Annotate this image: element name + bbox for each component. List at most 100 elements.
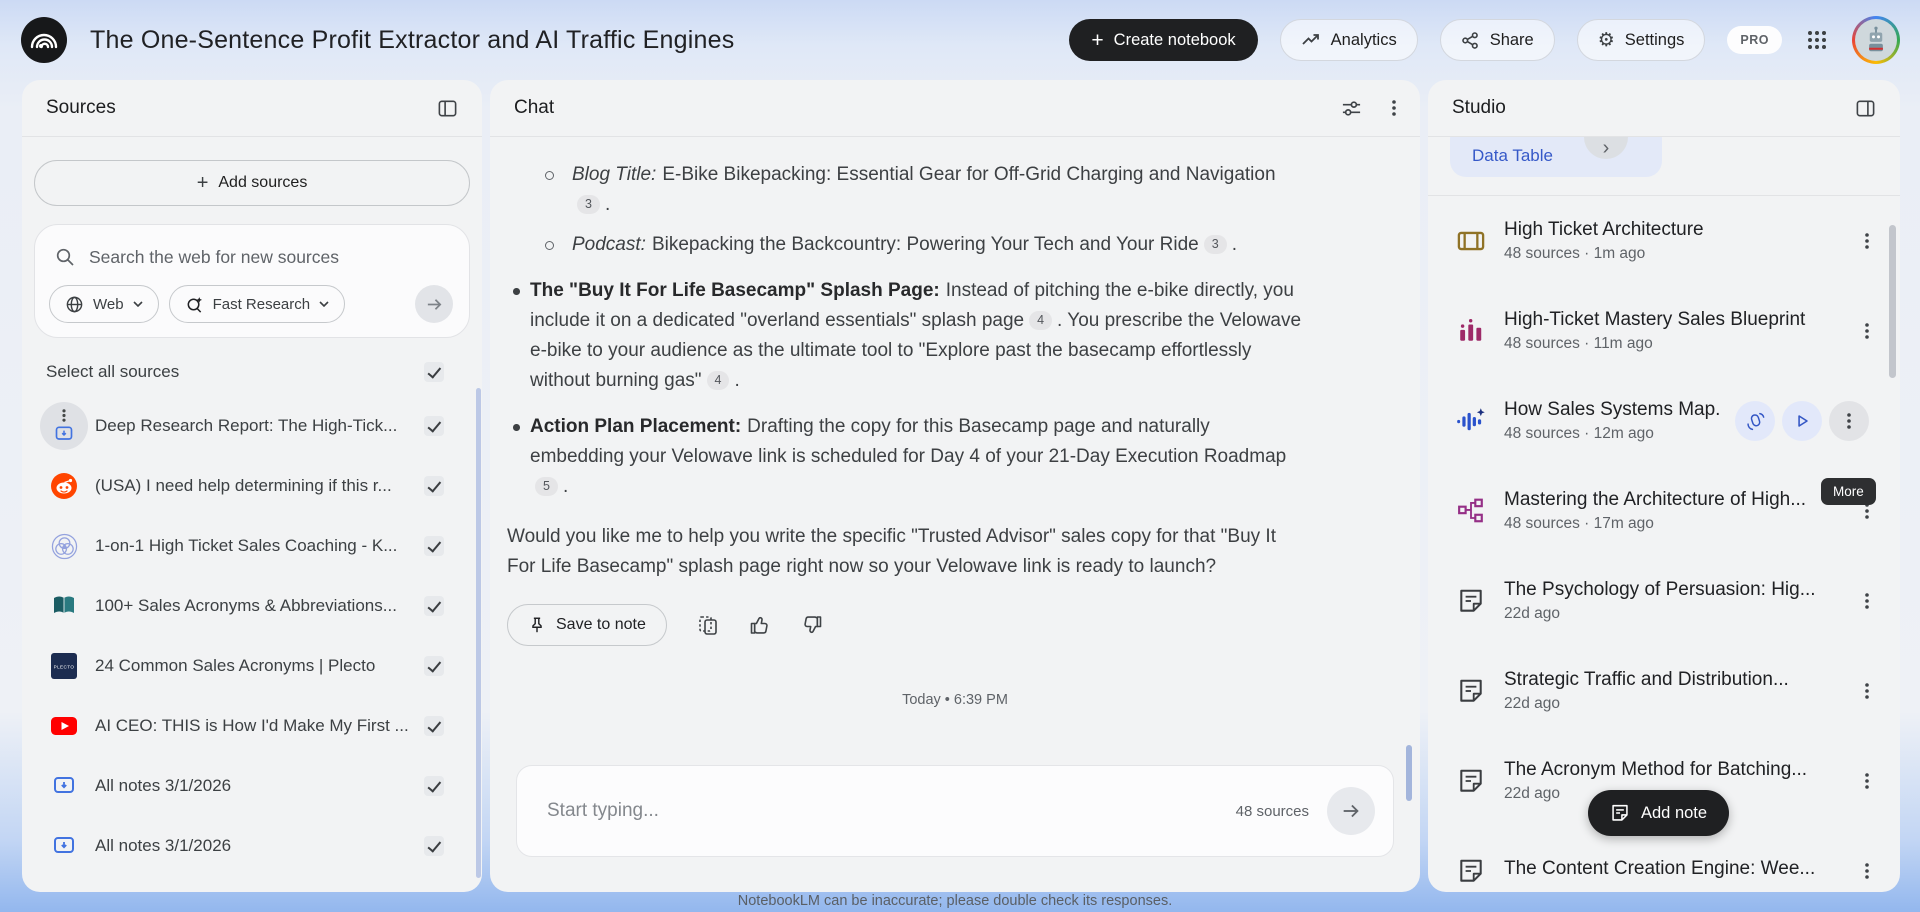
- pro-badge: PRO: [1727, 26, 1782, 54]
- web-search-input[interactable]: [89, 247, 449, 268]
- add-note-button[interactable]: Add note: [1588, 790, 1729, 836]
- reddit-icon: [48, 470, 80, 502]
- source-checkbox[interactable]: [424, 596, 444, 616]
- kebab-menu-icon[interactable]: [1854, 593, 1880, 609]
- source-checkbox[interactable]: [424, 416, 444, 436]
- source-row[interactable]: All notes 3/1/2026: [22, 816, 482, 876]
- plecto-icon: PLECTO: [48, 650, 80, 682]
- source-row[interactable]: Deep Research Report: The High-Tick...: [22, 396, 482, 456]
- interactive-mode-button[interactable]: [1735, 401, 1775, 441]
- copy-icon[interactable]: [697, 614, 719, 636]
- kebab-menu-icon[interactable]: [1854, 683, 1880, 699]
- source-title: Deep Research Report: The High-Tick...: [95, 416, 409, 436]
- kebab-menu-icon[interactable]: [1854, 773, 1880, 789]
- studio-item-meta: 48 sources · 1m ago: [1504, 245, 1838, 263]
- studio-scrollbar[interactable]: [1889, 225, 1896, 378]
- citation-chip[interactable]: 3: [1204, 235, 1227, 254]
- research-mode-dropdown[interactable]: Fast Research: [169, 285, 346, 323]
- research-sparkle-icon: [185, 295, 204, 314]
- user-avatar[interactable]: [1852, 16, 1900, 64]
- studio-item-row[interactable]: Strategic Traffic and Distribution... 22…: [1428, 646, 1900, 736]
- assistant-message: Blog Title:E-Bike Bikepacking: Essential…: [490, 160, 1420, 582]
- studio-item-title: Mastering the Architecture of High...: [1504, 489, 1838, 511]
- select-all-checkbox[interactable]: [424, 362, 444, 382]
- studio-item-row[interactable]: High Ticket Architecture 48 sources · 1m…: [1428, 196, 1900, 286]
- source-checkbox[interactable]: [424, 536, 444, 556]
- studio-item-hover-actions: [1735, 401, 1869, 441]
- kebab-menu-icon[interactable]: [1854, 863, 1880, 879]
- chat-sub-bullet-list: Blog Title:E-Bike Bikepacking: Essential…: [507, 160, 1308, 260]
- studio-item-title: High-Ticket Mastery Sales Blueprint: [1504, 309, 1838, 331]
- source-row[interactable]: (USA) I need help determining if this r.…: [22, 456, 482, 516]
- plus-icon: +: [1091, 30, 1103, 51]
- more-menu-button[interactable]: [1829, 401, 1869, 441]
- chevron-down-icon: [133, 301, 143, 307]
- note-blue-icon: [48, 410, 80, 442]
- more-tooltip: More: [1821, 478, 1876, 505]
- bullet-label: Podcast:: [572, 234, 646, 255]
- studio-item-title: The Psychology of Persuasion: Hig...: [1504, 579, 1838, 601]
- chat-bullet-item: Action Plan Placement:Drafting the copy …: [507, 412, 1308, 502]
- send-button[interactable]: [1327, 787, 1375, 835]
- source-hover-menu[interactable]: [40, 402, 88, 450]
- share-button[interactable]: Share: [1440, 19, 1555, 61]
- source-checkbox[interactable]: [424, 656, 444, 676]
- studio-item-row[interactable]: How Sales Systems Map... 48 sources · 12…: [1428, 376, 1900, 466]
- kebab-menu-icon[interactable]: [1854, 233, 1880, 249]
- sources-panel: Sources + Add sources: [22, 80, 482, 892]
- settings-button[interactable]: ⚙ Settings: [1577, 19, 1706, 61]
- kebab-menu-icon[interactable]: [1854, 323, 1880, 339]
- studio-panel-title: Studio: [1452, 97, 1506, 119]
- studio-item-title: High Ticket Architecture: [1504, 219, 1838, 241]
- collapse-sources-panel-icon[interactable]: [437, 98, 458, 119]
- add-sources-button[interactable]: + Add sources: [34, 160, 470, 206]
- play-button[interactable]: [1782, 401, 1822, 441]
- chat-bullet-item: Blog Title:E-Bike Bikepacking: Essential…: [507, 160, 1308, 220]
- thumb-down-icon[interactable]: [801, 614, 823, 636]
- thumb-up-icon[interactable]: [749, 614, 771, 636]
- apps-grid-icon[interactable]: [1804, 27, 1830, 53]
- collapse-studio-panel-icon[interactable]: [1855, 98, 1876, 119]
- web-search-card: Web Fast Research: [34, 224, 470, 338]
- source-checkbox[interactable]: [424, 716, 444, 736]
- create-notebook-button[interactable]: + Create notebook: [1069, 19, 1257, 61]
- save-to-note-button[interactable]: Save to note: [507, 604, 667, 646]
- kebab-menu-icon[interactable]: [1854, 503, 1880, 519]
- sources-scrollbar[interactable]: [476, 388, 481, 878]
- analytics-button[interactable]: Analytics: [1280, 19, 1418, 61]
- note-blue-icon: [48, 830, 80, 862]
- source-checkbox[interactable]: [424, 476, 444, 496]
- studio-scroll-area: Data Table › High Ticket Architecture 48…: [1428, 137, 1900, 892]
- source-checkbox[interactable]: [424, 836, 444, 856]
- top-bar: The One-Sentence Profit Extractor and AI…: [0, 0, 1920, 80]
- studio-item-row[interactable]: High-Ticket Mastery Sales Blueprint 48 s…: [1428, 286, 1900, 376]
- chat-more-menu-icon[interactable]: [1392, 100, 1396, 116]
- source-title: AI CEO: THIS is How I'd Make My First ..…: [95, 716, 409, 736]
- citation-chip[interactable]: 4: [707, 371, 730, 390]
- source-row[interactable]: PLECTO 24 Common Sales Acronyms | Plecto: [22, 636, 482, 696]
- web-source-type-dropdown[interactable]: Web: [49, 285, 159, 323]
- source-row[interactable]: 100+ Sales Acronyms & Abbreviations...: [22, 576, 482, 636]
- studio-item-meta: 22d ago: [1504, 605, 1838, 623]
- studio-item-title: Strategic Traffic and Distribution...: [1504, 669, 1838, 691]
- source-row[interactable]: AI CEO: THIS is How I'd Make My First ..…: [22, 696, 482, 756]
- data-table-chip[interactable]: Data Table: [1450, 137, 1662, 177]
- citation-chip[interactable]: 3: [577, 195, 600, 214]
- studio-item-row[interactable]: The Psychology of Persuasion: Hig... 22d…: [1428, 556, 1900, 646]
- source-checkbox[interactable]: [424, 776, 444, 796]
- chat-input[interactable]: [547, 800, 1236, 822]
- chat-panel: Chat Blog Title:E-Bike Bikepacking: [490, 80, 1420, 892]
- chat-scrollbar[interactable]: [1406, 745, 1412, 801]
- avatar-robot-image: [1855, 19, 1897, 61]
- source-row[interactable]: 1-on-1 High Ticket Sales Coaching - K...: [22, 516, 482, 576]
- notebooklm-logo-icon[interactable]: [20, 16, 68, 64]
- source-row[interactable]: All notes 3/1/2026: [22, 756, 482, 816]
- search-submit-button[interactable]: [415, 285, 453, 323]
- chat-bullet-item: The "Buy It For Life Basecamp" Splash Pa…: [507, 276, 1308, 396]
- studio-create-strip: Data Table ›: [1428, 137, 1900, 196]
- studio-item-meta: 48 sources · 12m ago: [1504, 425, 1719, 443]
- chat-settings-sliders-icon[interactable]: [1341, 98, 1362, 119]
- citation-chip[interactable]: 4: [1029, 311, 1052, 330]
- citation-chip[interactable]: 5: [535, 477, 558, 496]
- source-title: All notes 3/1/2026: [95, 836, 409, 856]
